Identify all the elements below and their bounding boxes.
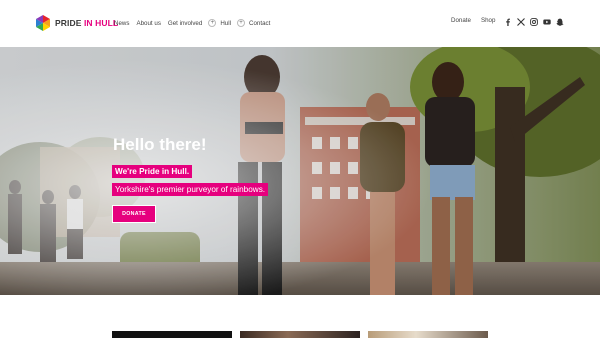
social-links	[504, 18, 569, 26]
rainbow-hexagon-logo-icon	[36, 15, 50, 31]
nav-contact[interactable]: Contact	[249, 20, 270, 27]
expand-get-involved-icon[interactable]: +	[208, 19, 217, 27]
youtube-icon[interactable]	[543, 18, 551, 26]
facebook-icon[interactable]	[504, 18, 512, 26]
nav-about-us[interactable]: About us	[136, 20, 160, 27]
nav-shop[interactable]: Shop	[481, 17, 495, 24]
nav-get-involved[interactable]: Get involved	[168, 20, 202, 27]
content-card-1[interactable]	[112, 331, 232, 338]
x-icon[interactable]	[517, 18, 525, 26]
nav-news[interactable]: News	[114, 20, 129, 27]
hero-donate-button[interactable]: DONATE	[112, 205, 156, 223]
hero-tagline-rainbows: Yorkshire's premier purveyor of rainbows…	[112, 183, 269, 196]
logo-wordmark: PRIDE IN HULL	[55, 18, 118, 28]
logo-text-pride: PRIDE	[55, 18, 82, 28]
snapchat-icon[interactable]	[556, 18, 564, 26]
hero-title: Hello there!	[113, 135, 207, 154]
site-header: PRIDE IN HULL News About us Get involved…	[0, 0, 600, 47]
instagram-icon[interactable]	[530, 18, 538, 26]
utility-nav: Donate Shop	[451, 17, 505, 24]
nav-donate[interactable]: Donate	[451, 17, 471, 24]
main-nav: News About us Get involved + Hull + Cont…	[114, 17, 277, 29]
hero-background-image	[0, 47, 600, 295]
nav-hull[interactable]: Hull	[220, 20, 231, 27]
hero-banner: Hello there! We're Pride in Hull. Yorksh…	[0, 47, 600, 295]
content-card-3[interactable]	[368, 331, 488, 338]
expand-hull-icon[interactable]: +	[237, 19, 245, 27]
content-card-2[interactable]	[240, 331, 360, 338]
hero-tagline-intro: We're Pride in Hull.	[112, 165, 193, 178]
site-logo[interactable]: PRIDE IN HULL	[36, 15, 118, 31]
